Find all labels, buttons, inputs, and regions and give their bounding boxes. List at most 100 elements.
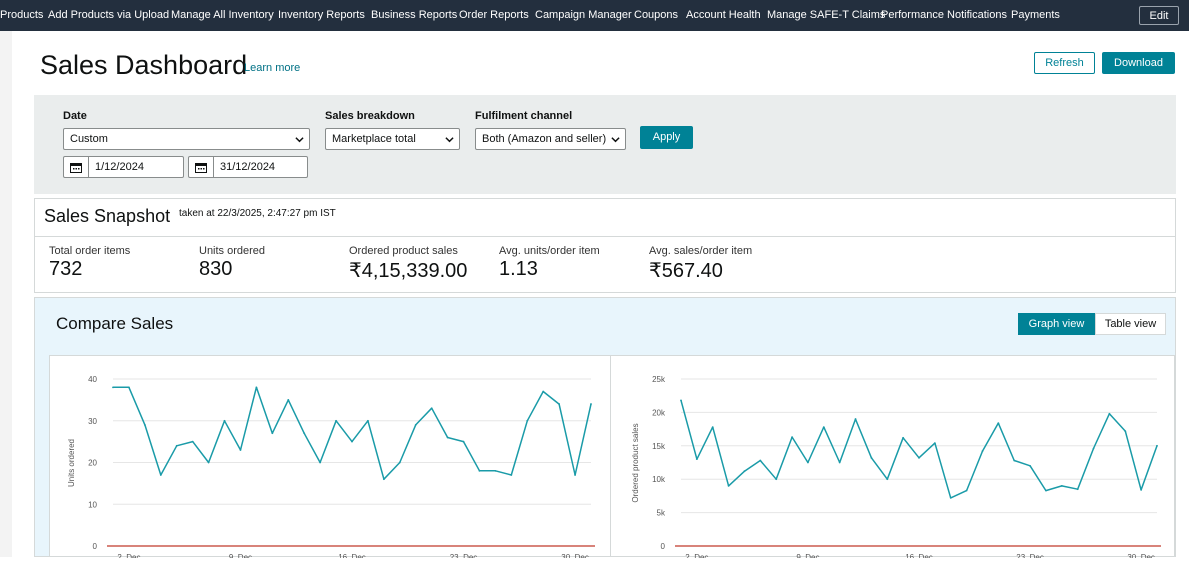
data-point — [1108, 412, 1111, 415]
metric-ordered-product-sales: Ordered product sales ₹4,15,339.00 — [349, 245, 467, 283]
data-point — [574, 474, 576, 476]
data-point — [981, 450, 984, 453]
date-range-value: Custom — [70, 133, 108, 145]
learn-more-link[interactable]: Learn more — [244, 62, 300, 74]
data-point — [727, 484, 730, 487]
metric-avg-units-per-item: Avg. units/order item 1.13 — [499, 245, 600, 281]
graph-view-toggle[interactable]: Graph view — [1018, 313, 1095, 335]
data-point — [239, 449, 242, 451]
start-date-field[interactable]: 1/12/2024 — [63, 156, 184, 178]
nav-item-performance-notifications[interactable]: Performance Notifications — [881, 0, 1007, 31]
fulfilment-channel-value: Both (Amazon and seller) — [482, 133, 607, 145]
series-line — [680, 400, 1158, 499]
sales-breakdown-select[interactable]: Marketplace total — [325, 128, 460, 150]
y-tick-label: 10k — [652, 475, 666, 484]
units-ordered-chart-panel: 0 10 20 30 40 Units ordered 2. Dec 9. Dec 16. De… — [49, 355, 611, 562]
data-point — [886, 478, 889, 481]
y-axis-label: Units ordered — [67, 439, 76, 487]
data-point — [695, 458, 698, 461]
x-tick-label: 30. Dec — [561, 553, 589, 558]
nav-item-products[interactable]: Products — [0, 0, 43, 31]
data-point — [542, 390, 545, 393]
ordered-sales-chart: 0 5k 10k 15k 20k 25k Ordered product sales 2. D… — [631, 375, 1161, 562]
data-point — [526, 419, 529, 422]
nav-item-safe-t-claims[interactable]: Manage SAFE-T Claims — [767, 0, 885, 31]
y-axis-label: Ordered product sales — [631, 423, 640, 502]
data-point — [191, 440, 194, 443]
data-point — [1076, 488, 1079, 491]
metric-value: 830 — [199, 258, 233, 280]
calendar-icon[interactable] — [64, 157, 89, 177]
edit-nav-button[interactable]: Edit — [1139, 6, 1179, 25]
x-tick-label: 9. Dec — [229, 553, 252, 558]
data-point — [478, 469, 481, 472]
apply-button[interactable]: Apply — [640, 126, 693, 149]
y-tick-label: 15k — [652, 442, 666, 451]
nav-item-order-reports[interactable]: Order Reports — [459, 0, 529, 31]
fulfilment-channel-label: Fulfilment channel — [475, 110, 573, 122]
data-point — [223, 419, 226, 422]
nav-item-business-reports[interactable]: Business Reports — [371, 0, 457, 31]
nav-item-manage-inventory[interactable]: Manage All Inventory — [171, 0, 274, 31]
data-point — [854, 418, 857, 420]
metric-label: Avg. sales/order item — [649, 245, 753, 257]
nav-item-inventory-reports[interactable]: Inventory Reports — [278, 0, 365, 31]
chevron-down-icon — [611, 132, 620, 152]
data-point — [175, 444, 178, 447]
nav-item-campaign-manager[interactable]: Campaign Manager — [535, 0, 632, 31]
y-tick-label: 40 — [88, 375, 97, 384]
y-tick-label: 10 — [88, 500, 97, 509]
data-point — [791, 436, 793, 439]
end-date-field[interactable]: 31/12/2024 — [188, 156, 308, 178]
data-point — [287, 398, 290, 401]
nav-item-payments[interactable]: Payments — [1011, 0, 1060, 31]
fulfilment-channel-select[interactable]: Both (Amazon and seller) — [475, 128, 626, 150]
data-point — [918, 456, 920, 459]
data-point — [558, 403, 561, 405]
chevron-down-icon — [295, 132, 304, 152]
download-button[interactable]: Download — [1102, 52, 1175, 74]
metric-label: Ordered product sales — [349, 245, 458, 257]
nav-item-add-products-upload[interactable]: Add Products via Upload — [48, 0, 169, 31]
metric-value: 732 — [49, 258, 83, 280]
data-point — [351, 440, 353, 443]
nav-item-coupons[interactable]: Coupons — [634, 0, 678, 31]
y-tick-label: 30 — [88, 417, 97, 426]
table-view-toggle[interactable]: Table view — [1095, 313, 1166, 335]
data-point — [680, 399, 682, 402]
calendar-icon[interactable] — [189, 157, 214, 177]
sales-breakdown-label: Sales breakdown — [325, 110, 415, 122]
data-point — [1045, 489, 1047, 492]
metric-total-order-items: Total order items 732 — [49, 245, 130, 281]
date-range-select[interactable]: Custom — [63, 128, 310, 150]
data-point — [510, 474, 513, 476]
data-point — [1124, 430, 1127, 433]
x-tick-label: 23. Dec — [1016, 553, 1044, 558]
metric-value: 1.13 — [499, 258, 538, 280]
data-point — [255, 386, 258, 389]
data-point — [822, 426, 825, 428]
y-tick-label: 20k — [652, 408, 666, 417]
refresh-button[interactable]: Refresh — [1034, 52, 1095, 74]
ordered-sales-chart-panel: 0 5k 10k 15k 20k 25k Ordered product sales 2. D… — [610, 355, 1175, 562]
end-date-value: 31/12/2024 — [220, 161, 276, 173]
data-point — [1029, 464, 1031, 467]
nav-item-account-health[interactable]: Account Health — [686, 0, 761, 31]
data-point — [335, 419, 337, 422]
data-point — [775, 478, 778, 481]
data-point — [271, 432, 274, 435]
data-point — [1156, 444, 1158, 447]
x-tick-label: 2. Dec — [685, 553, 708, 558]
left-rail — [0, 31, 12, 557]
data-point — [143, 424, 146, 426]
x-tick-label: 16. Dec — [905, 553, 933, 558]
metric-label: Total order items — [49, 245, 131, 257]
data-point — [446, 436, 449, 439]
data-point — [303, 432, 306, 435]
metric-value: ₹4,15,339.00 — [349, 260, 468, 282]
data-point — [367, 419, 369, 422]
data-point — [1013, 459, 1016, 462]
data-point — [319, 461, 322, 464]
data-point — [112, 386, 114, 389]
data-point — [711, 426, 714, 428]
